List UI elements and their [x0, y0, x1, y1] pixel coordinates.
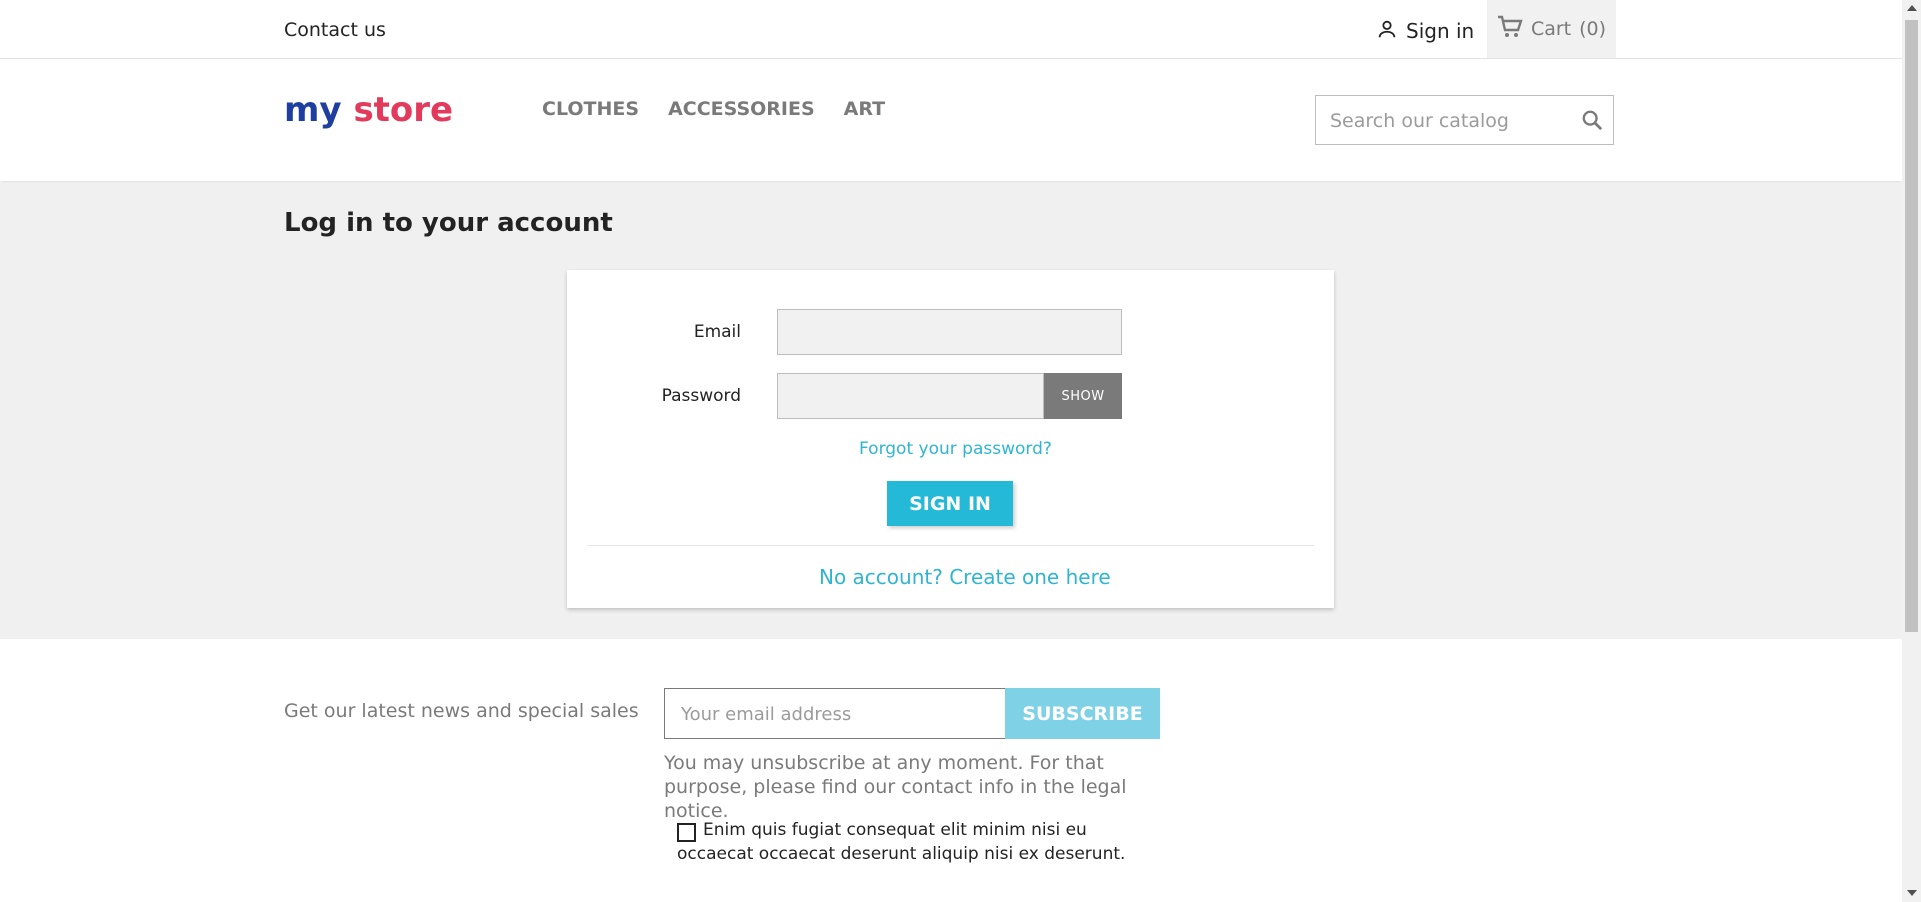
logo-store: store: [353, 90, 454, 130]
email-label: Email: [693, 322, 741, 342]
newsletter-email-box: [664, 688, 1006, 740]
consent-checkbox[interactable]: [677, 823, 696, 842]
sign-in-link[interactable]: Sign in: [1376, 16, 1474, 46]
create-account-link[interactable]: No account? Create one here: [819, 565, 1111, 589]
contact-us-link[interactable]: Contact us: [284, 19, 386, 41]
show-password-button[interactable]: SHOW: [1044, 373, 1122, 419]
login-card: Email Password SHOW Forgot your password…: [567, 270, 1334, 608]
newsletter-text: Get our latest news and special sales: [284, 700, 639, 722]
logo-my: my: [284, 90, 342, 130]
cart-icon: [1497, 15, 1523, 44]
store-logo[interactable]: my store: [284, 90, 453, 130]
nav-item-art[interactable]: ART: [844, 98, 885, 120]
email-field[interactable]: [777, 309, 1122, 355]
search-icon[interactable]: [1581, 109, 1603, 135]
consent-text: Enim quis fugiat consequat elit minim ni…: [677, 820, 1126, 864]
newsletter-email-input[interactable]: [679, 689, 993, 740]
nav-item-clothes[interactable]: CLOTHES: [542, 98, 639, 120]
scrollbar-thumb[interactable]: [1905, 20, 1918, 632]
password-field[interactable]: [777, 373, 1044, 419]
main-nav: CLOTHES ACCESSORIES ART: [542, 98, 885, 120]
page-title: Log in to your account: [284, 208, 613, 238]
card-divider: [587, 545, 1314, 546]
unsubscribe-notice: You may unsubscribe at any moment. For t…: [664, 752, 1127, 822]
forgot-password-link[interactable]: Forgot your password?: [859, 439, 1052, 459]
password-label: Password: [661, 386, 741, 406]
search-input[interactable]: [1328, 96, 1572, 146]
cart-count: (0): [1579, 18, 1607, 40]
sign-in-label: Sign in: [1406, 19, 1475, 43]
scroll-down-icon[interactable]: [1907, 890, 1917, 896]
scroll-up-icon[interactable]: [1907, 5, 1917, 11]
sign-in-button[interactable]: SIGN IN: [887, 481, 1013, 526]
cart-label: Cart: [1530, 18, 1572, 40]
subscribe-button[interactable]: SUBSCRIBE: [1005, 688, 1160, 739]
search-box: [1315, 95, 1614, 146]
nav-item-accessories[interactable]: ACCESSORIES: [668, 98, 815, 120]
user-icon: [1376, 18, 1398, 45]
cart-button[interactable]: Cart (0): [1487, 0, 1616, 58]
